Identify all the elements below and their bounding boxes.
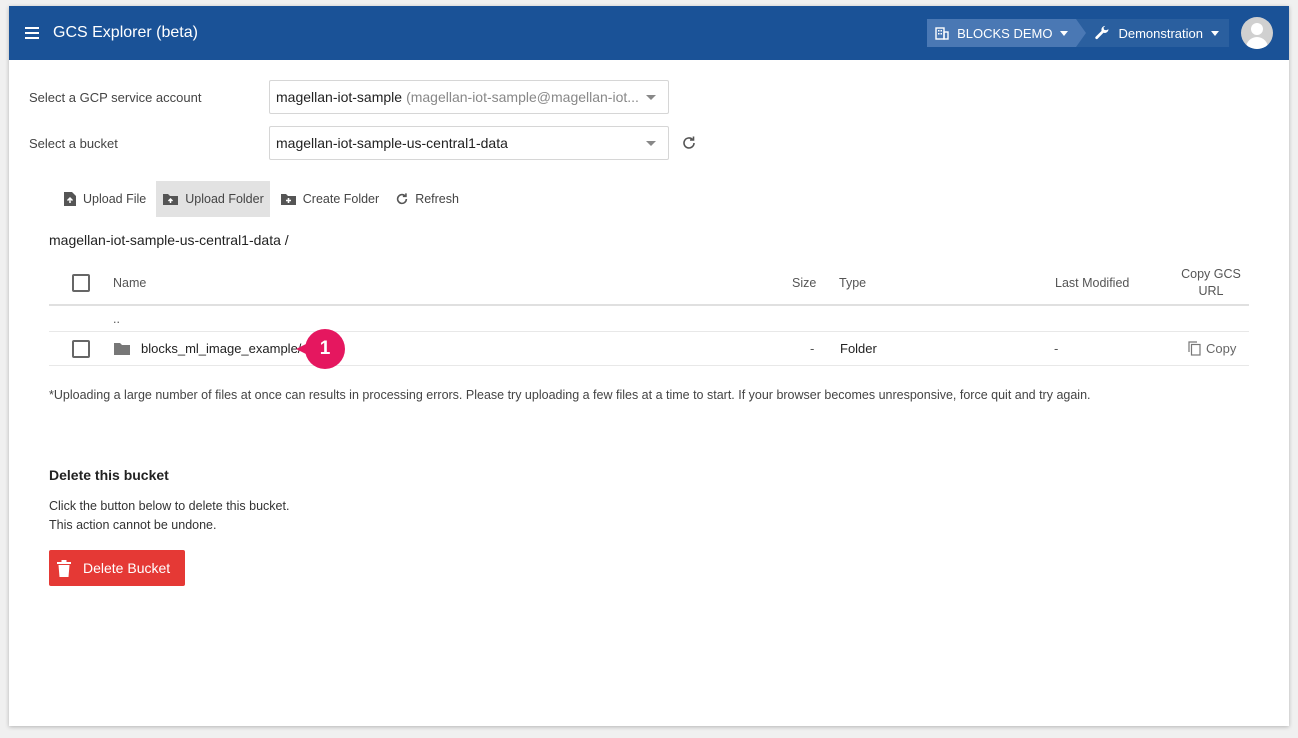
copy-label: Copy <box>1206 341 1237 356</box>
header-name[interactable]: Name <box>113 262 146 304</box>
bucket-value: magellan-iot-sample-us-central1-data <box>276 135 508 151</box>
row-name[interactable]: blocks_ml_image_example/ <box>141 332 301 365</box>
trash-icon <box>57 559 71 577</box>
app-window: GCS Explorer (beta) BLOCKS DEMO Demonstr… <box>9 6 1289 726</box>
avatar[interactable] <box>1241 17 1273 49</box>
header-copy-url: Copy GCS URL <box>1181 267 1241 298</box>
refresh-label: Refresh <box>415 192 459 206</box>
select-all-checkbox[interactable] <box>72 274 90 292</box>
create-folder-button[interactable]: Create Folder <box>274 181 385 217</box>
delete-section-description: Click the button below to delete this bu… <box>49 497 289 535</box>
service-account-detail: (magellan-iot-sample@magellan-iot... <box>406 89 639 105</box>
chevron-down-icon <box>1060 30 1069 36</box>
create-folder-icon <box>280 194 296 205</box>
row-modified: - <box>1054 341 1059 356</box>
header-last-modified[interactable]: Last Modified <box>1055 262 1129 304</box>
refresh-icon[interactable] <box>681 135 697 151</box>
file-table: Name Size Type Last Modified Copy GCS UR… <box>49 262 1249 369</box>
delete-bucket-button[interactable]: Delete Bucket <box>49 550 185 586</box>
app-title: GCS Explorer (beta) <box>53 24 198 41</box>
upload-file-label: Upload File <box>83 192 147 206</box>
upload-file-button[interactable]: Upload File <box>57 181 152 217</box>
bucket-label: Select a bucket <box>29 135 118 151</box>
refresh-button[interactable]: Refresh <box>389 181 465 217</box>
delete-desc-line2: This action cannot be undone. <box>49 518 217 532</box>
file-toolbar: Upload File Upload Folder Create Folder … <box>57 181 469 217</box>
table-header: Name Size Type Last Modified Copy GCS UR… <box>49 262 1249 306</box>
create-folder-label: Create Folder <box>302 192 380 206</box>
parent-dir-row[interactable]: .. <box>49 306 1249 332</box>
service-account-select[interactable]: magellan-iot-sample (magellan-iot-sample… <box>269 80 669 114</box>
bucket-row: Select a bucket magellan-iot-sample-us-c… <box>29 126 697 160</box>
chevron-down-icon <box>646 95 656 100</box>
chevron-down-icon <box>1211 30 1219 36</box>
chevron-down-icon <box>646 141 656 146</box>
row-type: Folder <box>840 341 877 356</box>
delete-bucket-label: Delete Bucket <box>83 560 171 576</box>
upload-folder-icon <box>163 194 179 205</box>
app-bar: GCS Explorer (beta) BLOCKS DEMO Demonstr… <box>9 6 1289 60</box>
row-size: - <box>810 341 815 356</box>
annotation-badge: 1 <box>296 328 345 369</box>
building-icon <box>935 27 949 40</box>
header-size[interactable]: Size <box>792 262 816 304</box>
upload-folder-button[interactable]: Upload Folder <box>156 181 270 217</box>
menu-icon[interactable] <box>25 27 39 39</box>
service-account-label: Select a GCP service account <box>29 89 202 105</box>
org-label: BLOCKS DEMO <box>957 25 1053 41</box>
copy-icon <box>1188 341 1201 356</box>
folder-icon <box>114 343 130 355</box>
upload-file-icon <box>64 192 76 206</box>
parent-dir-label: .. <box>113 311 120 326</box>
bucket-select[interactable]: magellan-iot-sample-us-central1-data <box>269 126 669 160</box>
copy-button[interactable]: Copy <box>1188 332 1236 365</box>
org-selector[interactable]: BLOCKS DEMO <box>927 19 1087 47</box>
delete-section-title: Delete this bucket <box>49 467 169 483</box>
header-type[interactable]: Type <box>839 262 866 304</box>
upload-note: *Uploading a large number of files at on… <box>49 388 1091 402</box>
table-row[interactable]: blocks_ml_image_example/ 1 - Folder - Co… <box>49 328 1249 369</box>
project-label: Demonstration <box>1118 25 1203 41</box>
delete-desc-line1: Click the button below to delete this bu… <box>49 499 290 513</box>
refresh-icon <box>397 193 408 205</box>
wrench-icon <box>1095 25 1109 40</box>
upload-folder-label: Upload Folder <box>185 192 264 206</box>
project-selector[interactable]: Demonstration <box>1076 19 1229 47</box>
row-checkbox[interactable] <box>72 339 90 358</box>
service-account-value: magellan-iot-sample <box>276 89 403 105</box>
breadcrumb: magellan-iot-sample-us-central1-data / <box>49 232 289 248</box>
service-account-row: Select a GCP service account magellan-io… <box>29 80 669 114</box>
